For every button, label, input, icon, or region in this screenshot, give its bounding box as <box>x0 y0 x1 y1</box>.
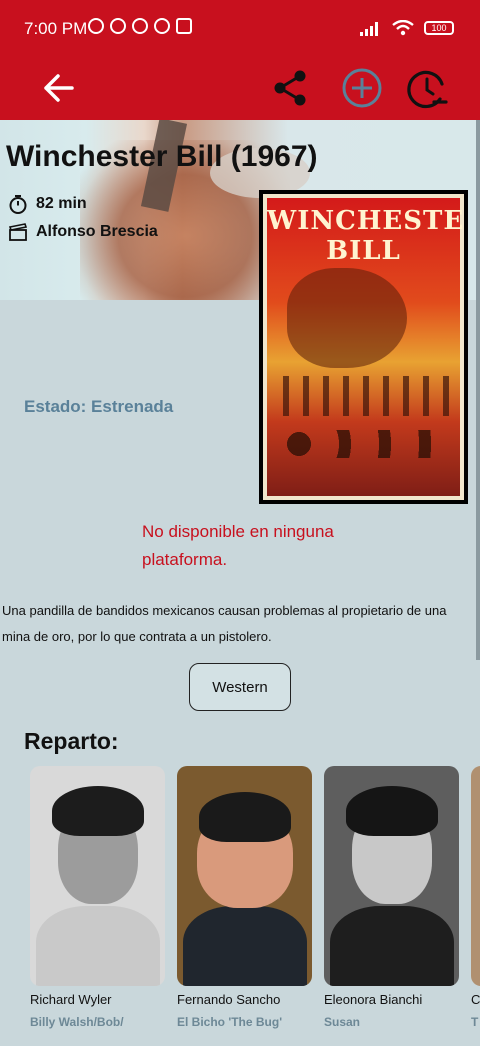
genre-chip[interactable]: Western <box>189 663 291 711</box>
stopwatch-icon <box>9 195 27 214</box>
share-button[interactable] <box>268 66 312 110</box>
director-row: Alfonso Brescia <box>8 222 158 242</box>
back-button[interactable] <box>38 66 82 110</box>
availability-text: No disponible en ninguna plataforma. <box>142 522 334 569</box>
cast-carousel[interactable]: Richard Wyler Billy Walsh/Bob/ Fernando … <box>30 766 480 1046</box>
duration-row: 82 min <box>8 194 87 214</box>
movie-title: Winchester Bill (1967) <box>6 140 318 173</box>
actor-photo <box>30 766 165 986</box>
poster-art: WINCHESTER BILL <box>267 198 468 496</box>
clapperboard-icon <box>8 223 28 241</box>
poster-heads <box>285 430 455 458</box>
wifi-icon <box>392 20 414 36</box>
calendar-icon <box>176 18 192 34</box>
actor-photo <box>324 766 459 986</box>
cast-card[interactable]: Fernando Sancho El Bicho 'The Bug' <box>177 766 312 1029</box>
movie-detail: Winchester Bill (1967) 82 min Alfonso Br… <box>0 120 480 1046</box>
character-name: Billy Walsh/Bob/ <box>30 1015 124 1029</box>
release-status: Estado: Estrenada <box>24 397 174 416</box>
plus-circle-icon <box>342 68 382 108</box>
poster-face <box>287 268 407 368</box>
poster-riders <box>283 376 453 416</box>
character-name: Susan <box>324 1015 361 1029</box>
actor-name: Fernando Sancho <box>177 992 281 1007</box>
character-name: T <box>471 1015 479 1029</box>
cast-card[interactable]: Eleonora Bianchi Susan <box>324 766 459 1029</box>
cast-card[interactable]: C T <box>471 766 480 1029</box>
actor-name: C <box>471 992 480 1007</box>
scrollbar[interactable] <box>476 120 480 660</box>
app-bar <box>0 60 480 120</box>
battery-icon: 100 <box>424 21 454 35</box>
duration-text: 82 min <box>36 195 87 212</box>
poster-title: WINCHESTER BILL <box>267 206 468 266</box>
actor-photo <box>471 766 480 986</box>
cast-card[interactable]: Richard Wyler Billy Walsh/Bob/ <box>30 766 165 1029</box>
whatsapp-icon <box>132 18 148 34</box>
system-icons: 100 <box>360 20 454 36</box>
cast-heading: Reparto: <box>24 728 119 754</box>
timer-minus-icon <box>407 70 448 109</box>
character-name: El Bicho 'The Bug' <box>177 1015 283 1029</box>
moon-icon <box>88 18 104 34</box>
director-text: Alfonso Brescia <box>36 223 158 240</box>
status-time: 7:00 PM <box>24 19 88 38</box>
alarm-icon <box>110 18 126 34</box>
movie-poster[interactable]: WINCHESTER BILL <box>259 190 468 504</box>
actor-name: Eleonora Bianchi <box>324 992 423 1007</box>
actor-photo <box>177 766 312 986</box>
actor-name: Richard Wyler <box>30 992 112 1007</box>
synopsis: Una pandilla de bandidos mexicanos causa… <box>2 603 447 644</box>
share-icon <box>274 70 306 106</box>
status-bar: 7:00 PM 100 <box>0 0 480 60</box>
add-button[interactable] <box>340 66 384 110</box>
bowl-icon <box>154 18 170 34</box>
watch-later-button[interactable] <box>404 66 450 112</box>
signal-icon <box>360 20 382 36</box>
arrow-left-icon <box>44 74 74 102</box>
notification-icons <box>88 18 192 34</box>
